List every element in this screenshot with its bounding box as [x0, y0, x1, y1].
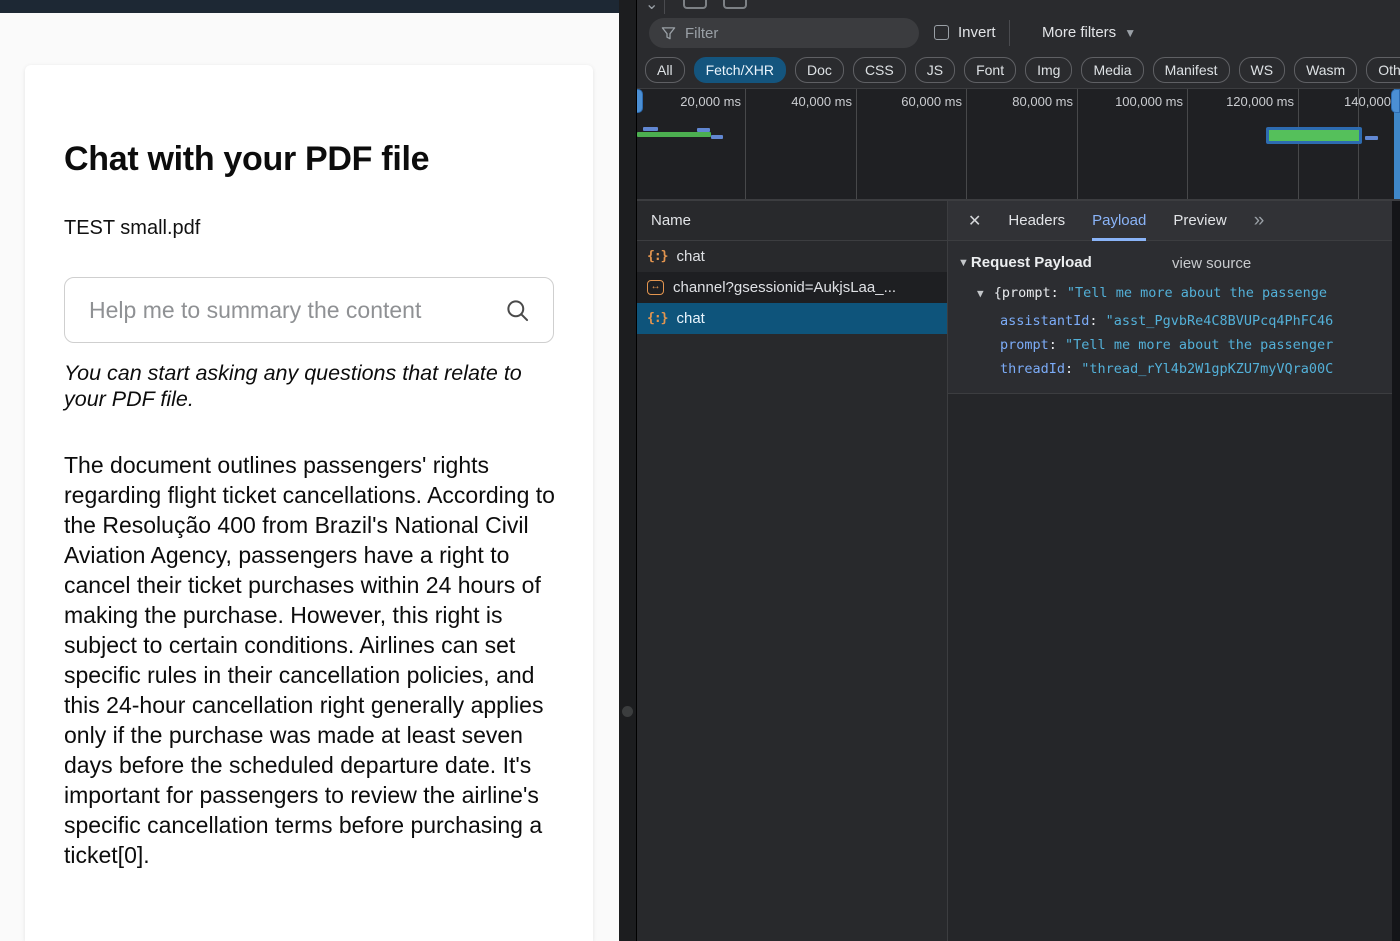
- timeline-left-handle[interactable]: [637, 89, 643, 113]
- payload-entry: assistantId: "asst_PgvbRe4C8BVUPcq4PhFC4…: [1000, 313, 1333, 329]
- download-arrow-icon: ⌄: [645, 0, 658, 14]
- waterfall-bar-blue: [1365, 136, 1378, 140]
- timeline-tick-label: 20,000 ms: [637, 94, 741, 109]
- channel-request-icon: ↔: [647, 280, 664, 295]
- filter-chip-ws[interactable]: WS: [1239, 57, 1286, 83]
- more-tabs-icon[interactable]: »: [1254, 210, 1265, 232]
- question-placeholder: Help me to summary the content: [89, 297, 504, 324]
- payload-entry: threadId: "thread_rYl4b2W1gpKZU7myVQra00…: [1000, 361, 1333, 377]
- request-name: channel?gsessionid=AukjsLaa_...: [673, 279, 896, 296]
- filter-placeholder: Filter: [685, 25, 718, 42]
- filter-chip-media[interactable]: Media: [1081, 57, 1143, 83]
- timeline-tick-label: 100,000 ms: [1073, 94, 1183, 109]
- hint-text: You can start asking any questions that …: [64, 360, 569, 412]
- question-input[interactable]: Help me to summary the content: [64, 277, 554, 343]
- expand-triangle-icon[interactable]: ▼: [977, 287, 984, 300]
- filter-chip-font[interactable]: Font: [964, 57, 1016, 83]
- filter-chip-other[interactable]: Other: [1366, 57, 1400, 83]
- timeline-tick-label: 140,000: [1281, 94, 1391, 109]
- tab-preview[interactable]: Preview: [1173, 201, 1226, 241]
- detail-tabbar: ✕ Headers Payload Preview »: [948, 201, 1392, 241]
- invert-label[interactable]: Invert: [958, 24, 996, 41]
- filter-chip-doc[interactable]: Doc: [795, 57, 844, 83]
- pdf-chat-page: Chat with your PDF file TEST small.pdf H…: [0, 0, 619, 941]
- waterfall-bar-selected: [1266, 127, 1362, 144]
- waterfall-bar-blue: [643, 127, 658, 131]
- devtools-network-panel: ⌄ Filter Invert More filters▼ All Fetch/X…: [637, 0, 1400, 941]
- payload-section-title: Request Payload: [971, 254, 1092, 271]
- invert-checkbox[interactable]: [934, 25, 949, 40]
- network-filter-bar: Filter Invert More filters▼: [637, 14, 1400, 52]
- request-detail-panel: ✕ Headers Payload Preview » ▼ Request Paylo…: [948, 201, 1392, 941]
- detail-empty-area: [948, 394, 1392, 941]
- resize-grip-dot: [622, 706, 633, 717]
- waterfall-bar-blue: [697, 128, 710, 132]
- filter-chip-all[interactable]: All: [645, 57, 685, 83]
- payload-preview-line: ▼ {prompt: "Tell me more about the passe…: [977, 285, 1327, 301]
- request-row[interactable]: {:} chat: [637, 303, 947, 334]
- timeline-right-handle[interactable]: [1391, 89, 1400, 113]
- request-type-filter-chips: All Fetch/XHR Doc CSS JS Font Img Media Manifest…: [637, 52, 1400, 88]
- request-name: chat: [676, 248, 704, 265]
- filter-input[interactable]: Filter: [649, 18, 919, 48]
- tab-payload[interactable]: Payload: [1092, 201, 1146, 241]
- screen: Chat with your PDF file TEST small.pdf H…: [0, 0, 1400, 941]
- timeline-tick-label: 120,000 ms: [1184, 94, 1294, 109]
- chat-card: Chat with your PDF file TEST small.pdf H…: [25, 65, 593, 941]
- close-icon[interactable]: ✕: [968, 211, 981, 231]
- more-filters-button[interactable]: More filters▼: [1042, 24, 1136, 41]
- browser-top-strip: [0, 0, 619, 13]
- waterfall-bar-green: [637, 132, 711, 137]
- import-har-icon: [683, 0, 707, 9]
- collapse-triangle-icon[interactable]: ▼: [958, 257, 969, 269]
- timeline-tick-label: 80,000 ms: [963, 94, 1073, 109]
- timeline-tick-label: 40,000 ms: [742, 94, 852, 109]
- json-request-icon: {:}: [647, 249, 667, 264]
- export-har-icon: [723, 0, 747, 9]
- network-overview-timeline[interactable]: 20,000 ms40,000 ms60,000 ms80,000 ms100,…: [637, 88, 1400, 200]
- answer-text: The document outlines passengers' rights…: [64, 450, 564, 870]
- devtools-resize-handle[interactable]: [619, 0, 637, 941]
- column-header-name[interactable]: Name: [637, 201, 947, 241]
- filter-chip-js[interactable]: JS: [915, 57, 955, 83]
- filter-chip-manifest[interactable]: Manifest: [1153, 57, 1230, 83]
- devtools-toolbar-clipped: ⌄: [637, 0, 1400, 14]
- network-body: Name {:} chat ↔ channel?gsessionid=AukjsLaa…: [637, 200, 1400, 941]
- request-list: Name {:} chat ↔ channel?gsessionid=AukjsLaa…: [637, 201, 948, 941]
- pdf-file-name: TEST small.pdf: [64, 217, 593, 240]
- filter-chip-img[interactable]: Img: [1025, 57, 1072, 83]
- waterfall-bar-blue: [711, 135, 723, 139]
- tab-headers[interactable]: Headers: [1008, 201, 1065, 241]
- payload-entry: prompt: "Tell me more about the passenge…: [1000, 337, 1333, 353]
- filter-chip-wasm[interactable]: Wasm: [1294, 57, 1357, 83]
- right-scroll-gutter[interactable]: [1392, 201, 1400, 941]
- timeline-tick-label: 60,000 ms: [852, 94, 962, 109]
- search-icon[interactable]: [504, 297, 531, 324]
- toolbar-separator: [664, 0, 665, 14]
- payload-pane: ▼ Request Payload view source ▼ {prompt:…: [948, 241, 1392, 394]
- chevron-down-icon: ▼: [1124, 26, 1136, 40]
- funnel-icon: [661, 26, 676, 41]
- json-request-icon: {:}: [647, 311, 667, 326]
- request-name: chat: [676, 310, 704, 327]
- filter-chip-fetch-xhr[interactable]: Fetch/XHR: [694, 57, 786, 83]
- filter-chip-css[interactable]: CSS: [853, 57, 906, 83]
- request-row[interactable]: ↔ channel?gsessionid=AukjsLaa_...: [637, 272, 947, 303]
- page-title: Chat with your PDF file: [64, 140, 593, 179]
- view-source-link[interactable]: view source: [1172, 255, 1251, 272]
- request-row[interactable]: {:} chat: [637, 241, 947, 272]
- filter-bar-separator: [1009, 20, 1010, 46]
